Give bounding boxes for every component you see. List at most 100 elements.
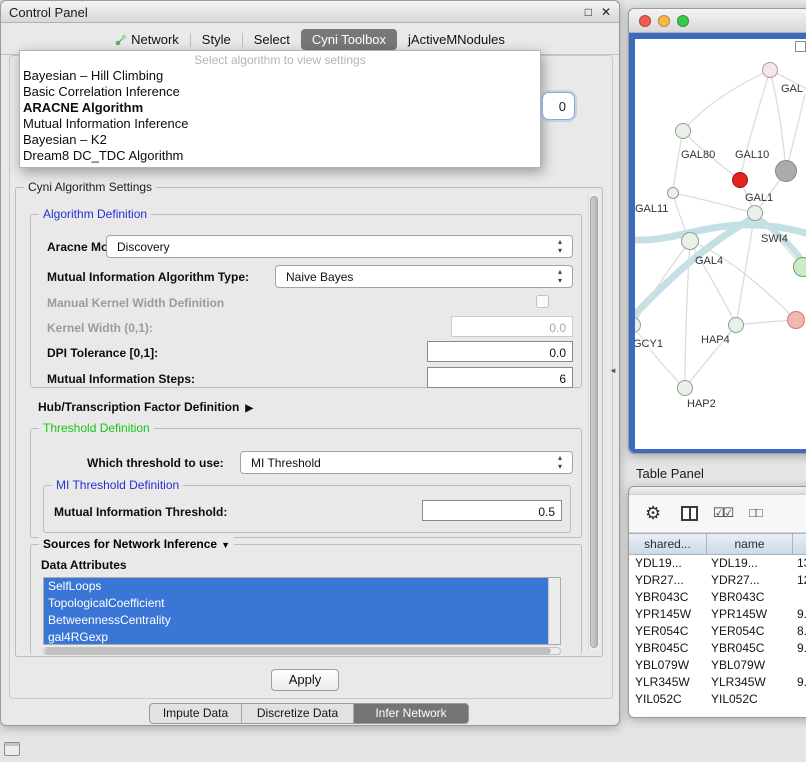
tab-infer-network[interactable]: Infer Network bbox=[354, 704, 468, 723]
cyni-algorithm-settings-group: Cyni Algorithm Settings Algorithm Defini… bbox=[15, 187, 603, 657]
tab-network[interactable]: Network bbox=[104, 29, 190, 50]
node-label-hap2: HAP2 bbox=[687, 398, 716, 410]
splitter-collapse-arrow[interactable]: ◄ bbox=[609, 366, 617, 375]
control-panel-window: Control Panel □ ✕ Network Style Select C… bbox=[0, 0, 620, 726]
node-salmon[interactable] bbox=[787, 311, 805, 329]
float-window-icon[interactable]: □ bbox=[585, 5, 592, 19]
mi-threshold-group: MI Threshold Definition Mutual Informati… bbox=[43, 485, 571, 533]
node-bright-green[interactable] bbox=[793, 257, 806, 277]
tab-label: Select bbox=[254, 32, 290, 47]
node-hap4[interactable] bbox=[728, 317, 744, 333]
cell-name: YPR145W bbox=[711, 607, 791, 621]
mi-steps-label: Mutual Information Steps: bbox=[47, 372, 195, 386]
which-threshold-label: Which threshold to use: bbox=[87, 456, 224, 470]
combo-value: Naive Bayes bbox=[286, 270, 353, 284]
tab-impute-data[interactable]: Impute Data bbox=[150, 704, 242, 723]
kernel-width-field[interactable]: 0.0 bbox=[451, 316, 573, 337]
minimized-panel-icon[interactable] bbox=[4, 742, 20, 756]
attribute-item-selected[interactable]: SelfLoops bbox=[44, 578, 548, 595]
mi-type-label: Mutual Information Algorithm Type: bbox=[47, 270, 249, 284]
mi-threshold-group-title: MI Threshold Definition bbox=[52, 478, 183, 492]
select-all-icon[interactable]: ☑☑ bbox=[713, 505, 732, 521]
column-header-shared-name[interactable]: shared... bbox=[629, 534, 707, 554]
network-window-titlebar[interactable] bbox=[629, 9, 806, 33]
show-columns-icon[interactable] bbox=[681, 506, 698, 521]
manual-kernel-checkbox[interactable] bbox=[536, 295, 549, 308]
tab-label: Cyni Toolbox bbox=[312, 32, 386, 47]
node-label-gal80: GAL80 bbox=[681, 149, 715, 161]
which-threshold-combo[interactable]: MI Threshold bbox=[240, 451, 573, 474]
apply-button[interactable]: Apply bbox=[271, 669, 339, 691]
aracne-mode-combo[interactable]: Discovery bbox=[106, 235, 573, 258]
algorithm-definition-group: Algorithm Definition Aracne Mode: Discov… bbox=[30, 214, 582, 388]
network-canvas[interactable]: GAL80 GAL10 GAL11 GAL1 SWI4 GAL4 GCY1 HA… bbox=[635, 39, 806, 449]
node-gal80[interactable] bbox=[675, 123, 691, 139]
scrollbar-thumb[interactable] bbox=[45, 648, 551, 654]
table-window-titlebar[interactable] bbox=[629, 487, 806, 495]
tab-cyni-toolbox[interactable]: Cyni Toolbox bbox=[301, 29, 397, 50]
tab-jactivemodules[interactable]: jActiveMNodules bbox=[397, 29, 516, 50]
mi-threshold-field[interactable]: 0.5 bbox=[422, 500, 562, 521]
algorithm-option-selected[interactable]: ARACNE Algorithm bbox=[20, 100, 540, 116]
mi-type-combo[interactable]: Naive Bayes bbox=[275, 265, 573, 288]
node-gray[interactable] bbox=[775, 160, 797, 182]
desktop: Control Panel □ ✕ Network Style Select C… bbox=[0, 0, 806, 762]
algorithm-option[interactable]: Bayesian – Hill Climbing bbox=[20, 68, 540, 84]
scrollbar-thumb[interactable] bbox=[590, 196, 598, 648]
settings-group-title: Cyni Algorithm Settings bbox=[24, 180, 156, 194]
sources-group-title[interactable]: Sources for Network Inference▼ bbox=[39, 537, 234, 551]
node-gal10-red[interactable] bbox=[732, 172, 748, 188]
algorithm-option[interactable]: Mutual Information Inference bbox=[20, 116, 540, 132]
list-scrollbar[interactable] bbox=[548, 578, 560, 644]
attribute-item-selected[interactable]: BetweennessCentrality bbox=[44, 612, 548, 629]
zoom-traffic-light[interactable] bbox=[677, 15, 689, 27]
attribute-item-selected[interactable]: TopologicalCoefficient bbox=[44, 595, 548, 612]
tab-discretize-data[interactable]: Discretize Data bbox=[242, 704, 354, 723]
close-window-icon[interactable]: ✕ bbox=[601, 5, 611, 19]
algorithm-option[interactable]: Dream8 DC_TDC Algorithm bbox=[20, 148, 540, 164]
cell-shared-name: YIL052C bbox=[635, 692, 705, 706]
table-row[interactable]: YER054C YER054C 8. bbox=[629, 623, 806, 640]
node-gal11[interactable] bbox=[667, 187, 679, 199]
dpi-tolerance-field[interactable]: 0.0 bbox=[427, 341, 573, 362]
table-row[interactable]: YBR043C YBR043C bbox=[629, 589, 806, 606]
list-horizontal-scrollbar[interactable] bbox=[43, 647, 561, 655]
iterations-spinner[interactable]: 0 bbox=[542, 92, 575, 120]
mi-threshold-label: Mutual Information Threshold: bbox=[54, 505, 227, 519]
mi-steps-field[interactable]: 6 bbox=[427, 367, 573, 388]
sources-title-text: Sources for Network Inference bbox=[43, 537, 217, 551]
tab-select[interactable]: Select bbox=[243, 29, 301, 50]
cell-shared-name: YBR043C bbox=[635, 590, 705, 604]
table-row[interactable]: YPR145W YPR145W 9. bbox=[629, 606, 806, 623]
gear-icon[interactable]: ⚙ bbox=[645, 503, 661, 524]
table-row[interactable]: YBR045C YBR045C 9. bbox=[629, 640, 806, 657]
settings-scrollbar[interactable] bbox=[588, 194, 599, 650]
node-hap2[interactable] bbox=[677, 380, 693, 396]
table-body: YDL19... YDL19... 13 YDR27... YDR27... 1… bbox=[629, 555, 806, 713]
node-label-gal11: GAL11 bbox=[635, 203, 668, 215]
node-gal4[interactable] bbox=[681, 232, 699, 250]
table-row[interactable]: YDL19... YDL19... 13 bbox=[629, 555, 806, 572]
node-gal1[interactable] bbox=[747, 205, 763, 221]
network-overview-checkbox[interactable] bbox=[795, 41, 806, 52]
threshold-definition-group: Threshold Definition Which threshold to … bbox=[30, 428, 582, 538]
algorithm-option[interactable]: Basic Correlation Inference bbox=[20, 84, 540, 100]
tab-label: Style bbox=[202, 32, 231, 47]
column-header-clipped[interactable] bbox=[793, 534, 806, 554]
deselect-all-icon[interactable]: □□ bbox=[749, 505, 761, 520]
column-header-name[interactable]: name bbox=[707, 534, 793, 554]
algorithm-option[interactable]: Bayesian – K2 bbox=[20, 132, 540, 148]
table-row[interactable]: YIL052C YIL052C bbox=[629, 691, 806, 708]
table-row[interactable]: YDR27... YDR27... 12 bbox=[629, 572, 806, 589]
node-pale-pink[interactable] bbox=[762, 62, 778, 78]
data-attributes-list[interactable]: SelfLoops TopologicalCoefficient Between… bbox=[43, 577, 561, 645]
attribute-item-selected[interactable]: gal4RGexp bbox=[44, 629, 548, 645]
node-label-gcy1: GCY1 bbox=[635, 338, 663, 350]
hub-definition-toggle[interactable]: Hub/Transcription Factor Definition▶ bbox=[38, 400, 253, 414]
table-row[interactable]: YBL079W YBL079W bbox=[629, 657, 806, 674]
table-row[interactable]: YLR345W YLR345W 9. bbox=[629, 674, 806, 691]
control-panel-titlebar[interactable]: Control Panel □ ✕ bbox=[1, 1, 619, 23]
minimize-traffic-light[interactable] bbox=[658, 15, 670, 27]
close-traffic-light[interactable] bbox=[639, 15, 651, 27]
tab-style[interactable]: Style bbox=[191, 29, 242, 50]
